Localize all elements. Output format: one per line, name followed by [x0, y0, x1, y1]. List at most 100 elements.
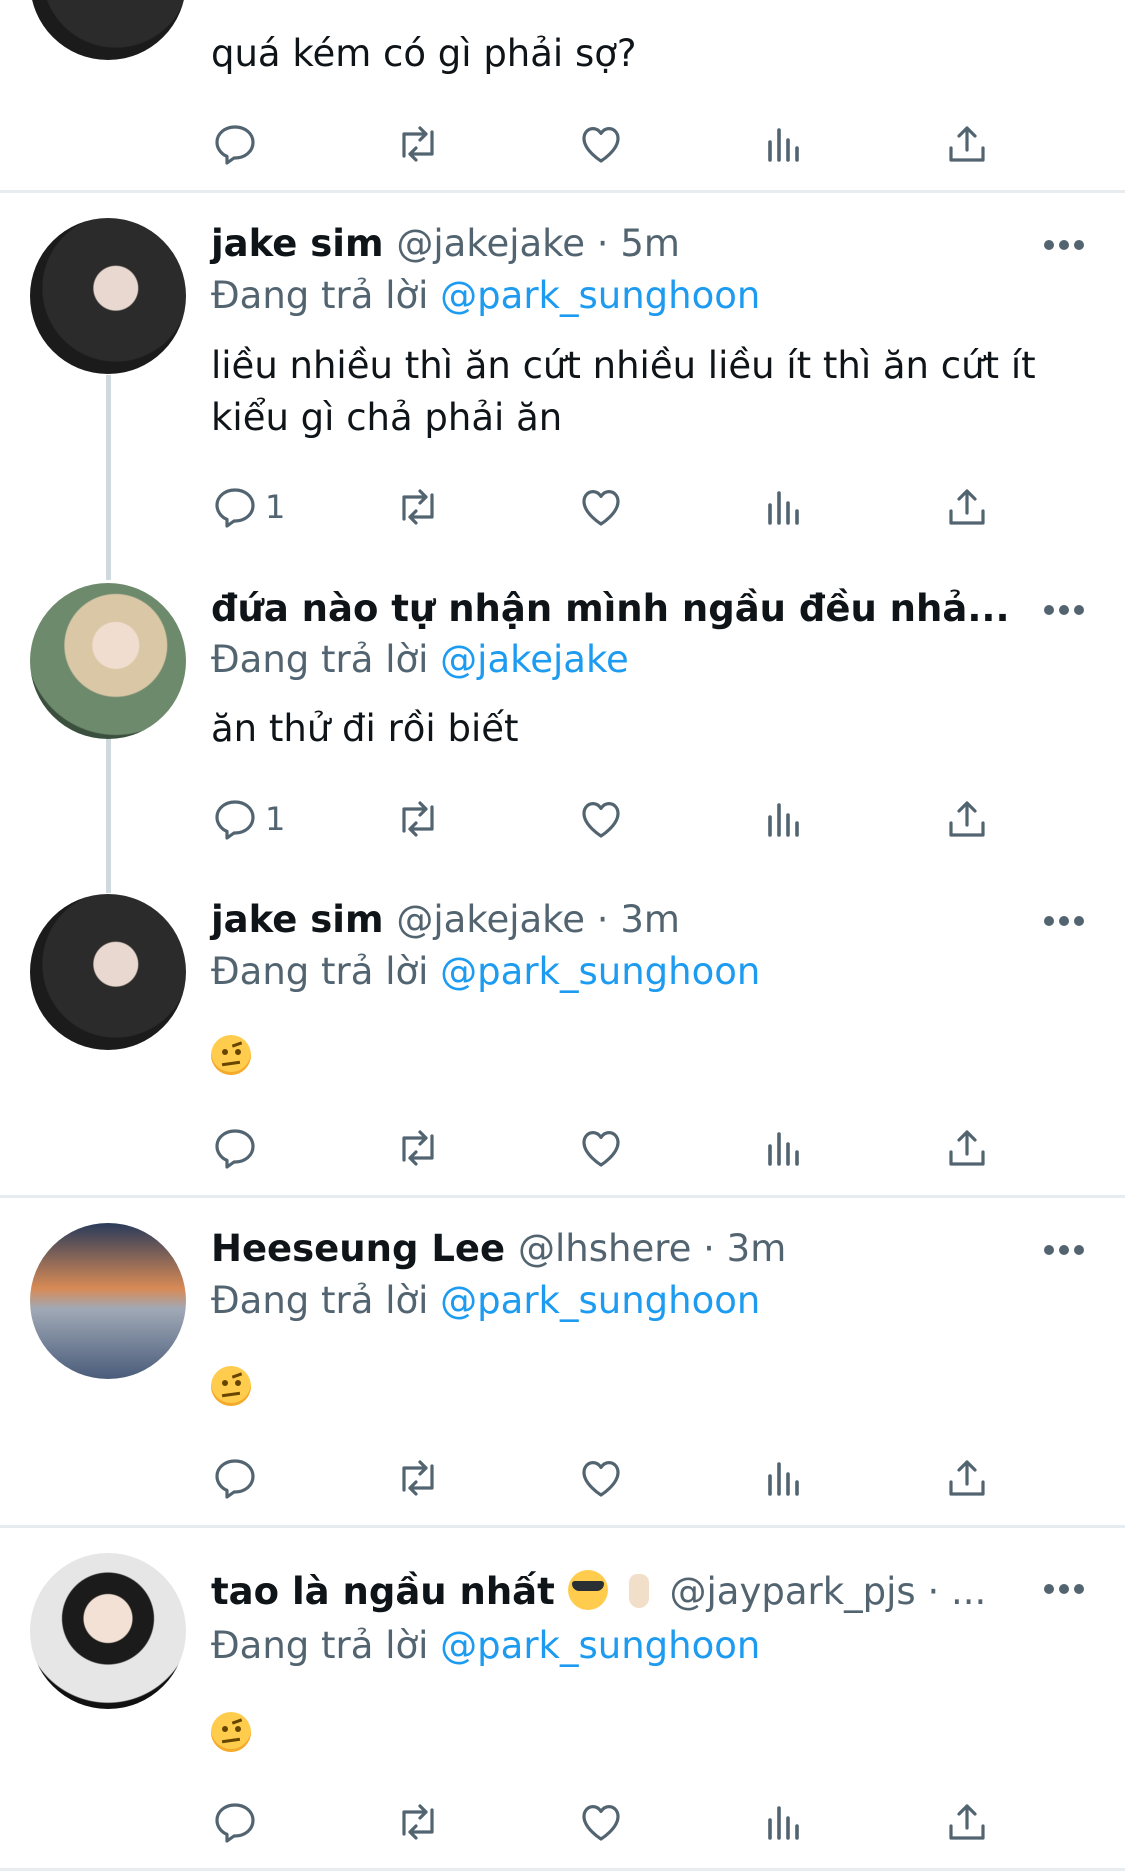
handle-time: @jakejake · 5m	[396, 222, 680, 265]
tweet-text: quá kém có gì phải sợ?	[211, 32, 637, 75]
share-icon	[943, 1454, 991, 1502]
like-button[interactable]	[577, 1122, 625, 1174]
mention-link[interactable]: @park_sunghoon	[440, 274, 760, 317]
views-button[interactable]	[760, 793, 808, 845]
divider	[0, 190, 1125, 193]
avatar[interactable]	[30, 1223, 186, 1379]
views-button[interactable]	[760, 1796, 808, 1848]
reply-count: 1	[265, 800, 286, 838]
like-button[interactable]	[577, 481, 625, 533]
analytics-icon	[760, 1454, 808, 1502]
avatar[interactable]	[30, 218, 186, 374]
more-button[interactable]	[1044, 1245, 1084, 1257]
raised-eyebrow-emoji	[211, 1366, 251, 1406]
more-button[interactable]	[1044, 1584, 1084, 1596]
retweet-button[interactable]	[394, 118, 442, 170]
share-icon	[943, 795, 991, 843]
tweet-author[interactable]: jake sim @jakejake · 3m	[211, 898, 680, 941]
mention-link[interactable]: @jakejake	[440, 638, 629, 681]
sunglasses-emoji	[567, 1570, 608, 1610]
reply-button[interactable]	[211, 1452, 259, 1504]
replying-label: Đang trả lời	[211, 950, 429, 993]
mention-link[interactable]: @park_sunghoon	[440, 1279, 760, 1322]
retweet-button[interactable]	[394, 1122, 442, 1174]
heart-icon	[577, 120, 625, 168]
tweet-text-line: liều nhiều thì ăn cứt nhiều liều ít thì …	[211, 344, 1036, 387]
retweet-button[interactable]	[394, 793, 442, 845]
more-button[interactable]	[1044, 916, 1084, 928]
views-button[interactable]	[760, 118, 808, 170]
divider	[0, 1868, 1125, 1871]
reply-button[interactable]	[211, 1796, 259, 1848]
like-button[interactable]	[577, 1452, 625, 1504]
display-name[interactable]: Heeseung Lee	[211, 1227, 505, 1270]
retweet-button[interactable]	[394, 1452, 442, 1504]
more-button[interactable]	[1044, 605, 1084, 617]
reply-button[interactable]	[211, 118, 259, 170]
reply-button[interactable]: 1	[211, 793, 285, 845]
heart-icon	[577, 1798, 625, 1846]
reply-icon	[211, 795, 259, 843]
tweet-actions	[211, 1122, 1031, 1174]
tweet-actions	[211, 118, 1031, 170]
rock-hand-emoji	[621, 1570, 657, 1610]
replying-label: Đang trả lời	[211, 1279, 429, 1322]
tweet-author[interactable]: tao là ngầu nhất @jaypark_pjs · ...	[211, 1570, 986, 1613]
tweet-text-line: kiểu gì chả phải ăn	[211, 396, 563, 439]
replying-to: Đang trả lời @park_sunghoon	[211, 1624, 760, 1667]
share-button[interactable]	[943, 1796, 991, 1848]
share-icon	[943, 120, 991, 168]
display-name[interactable]: jake sim	[211, 898, 384, 941]
share-icon	[943, 483, 991, 531]
tweet-actions	[211, 1796, 1031, 1848]
avatar[interactable]	[30, 894, 186, 1050]
analytics-icon	[760, 1124, 808, 1172]
share-button[interactable]	[943, 793, 991, 845]
share-icon	[943, 1798, 991, 1846]
share-button[interactable]	[943, 118, 991, 170]
display-name[interactable]: đứa nào tự nhận mình ngầu đều nhả...	[211, 587, 1010, 630]
like-button[interactable]	[577, 1796, 625, 1848]
tweet-author[interactable]: đứa nào tự nhận mình ngầu đều nhả...	[211, 587, 1010, 630]
retweet-icon	[394, 1454, 442, 1502]
retweet-icon	[394, 1124, 442, 1172]
avatar[interactable]	[30, 1553, 186, 1709]
reply-button[interactable]: 1	[211, 481, 285, 533]
reply-icon	[211, 1124, 259, 1172]
like-button[interactable]	[577, 793, 625, 845]
thread-line	[106, 738, 111, 893]
views-button[interactable]	[760, 1122, 808, 1174]
share-button[interactable]	[943, 1452, 991, 1504]
avatar[interactable]	[30, 583, 186, 739]
tweet-author[interactable]: jake sim @jakejake · 5m	[211, 222, 680, 265]
reply-icon	[211, 1798, 259, 1846]
share-button[interactable]	[943, 481, 991, 533]
display-name[interactable]: tao là ngầu nhất	[211, 1570, 555, 1613]
display-name[interactable]: jake sim	[211, 222, 384, 265]
views-button[interactable]	[760, 1452, 808, 1504]
share-button[interactable]	[943, 1122, 991, 1174]
retweet-button[interactable]	[394, 1796, 442, 1848]
reply-icon	[211, 120, 259, 168]
retweet-icon	[394, 795, 442, 843]
views-button[interactable]	[760, 481, 808, 533]
like-button[interactable]	[577, 118, 625, 170]
tweet-author[interactable]: Heeseung Lee @lhshere · 3m	[211, 1227, 786, 1270]
retweet-icon	[394, 483, 442, 531]
more-button[interactable]	[1044, 240, 1084, 252]
mention-link[interactable]: @park_sunghoon	[440, 1624, 760, 1667]
replying-to: Đang trả lời @park_sunghoon	[211, 950, 760, 993]
analytics-icon	[760, 1798, 808, 1846]
retweet-button[interactable]	[394, 481, 442, 533]
thread-line	[106, 375, 111, 580]
divider	[0, 1525, 1125, 1528]
tweet-text: liều nhiều thì ăn cứt nhiều liều ít thì …	[211, 340, 1036, 444]
heart-icon	[577, 1454, 625, 1502]
tweet-actions: 1	[211, 481, 1031, 533]
mention-link[interactable]: @park_sunghoon	[440, 950, 760, 993]
heart-icon	[577, 795, 625, 843]
avatar[interactable]	[30, 0, 186, 60]
replying-label: Đang trả lời	[211, 638, 429, 681]
reply-button[interactable]	[211, 1122, 259, 1174]
tweet-actions	[211, 1452, 1031, 1504]
